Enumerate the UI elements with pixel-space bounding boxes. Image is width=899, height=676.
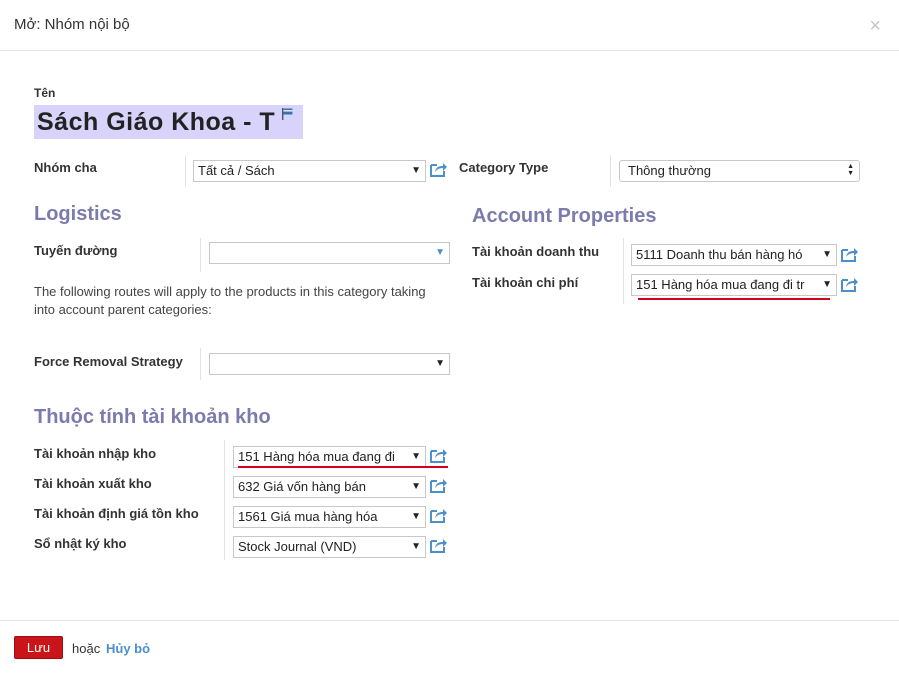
expense-account-select[interactable]: 151 Hàng hóa mua đang đi tr ▼	[631, 274, 837, 296]
close-icon[interactable]: ×	[869, 16, 881, 36]
stock-accounts-title: Thuộc tính tài khoản kho	[34, 406, 271, 428]
field-separator	[224, 440, 225, 560]
external-link-icon[interactable]	[430, 477, 448, 493]
chevron-down-icon: ▼	[411, 481, 421, 492]
stock-output-select[interactable]: 632 Giá vốn hàng bán ▼	[233, 476, 426, 498]
dialog-title: Mở: Nhóm nội bộ	[14, 16, 130, 33]
save-button[interactable]: Lưu	[14, 636, 63, 659]
external-link-icon[interactable]	[430, 161, 448, 177]
expense-account-value: 151 Hàng hóa mua đang đi tr	[636, 277, 805, 292]
stock-journal-value: Stock Journal (VND)	[238, 539, 357, 554]
stock-valuation-label: Tài khoản định giá tồn kho	[34, 506, 199, 521]
stock-journal-label: Sổ nhật ký kho	[34, 536, 127, 551]
category-type-label: Category Type	[459, 160, 549, 175]
stock-valuation-select[interactable]: 1561 Giá mua hàng hóa ▼	[233, 506, 426, 528]
stock-valuation-value: 1561 Giá mua hàng hóa	[238, 509, 378, 524]
account-properties-title: Account Properties	[472, 205, 657, 227]
chevron-down-icon: ▼	[822, 279, 832, 290]
external-link-icon[interactable]	[841, 276, 859, 292]
chevron-down-icon: ▼	[411, 511, 421, 522]
category-type-select[interactable]: Thông thường ▲ ▼	[619, 160, 860, 182]
chevron-down-icon: ▼	[411, 541, 421, 552]
removal-strategy-label: Force Removal Strategy	[34, 354, 183, 369]
cancel-link[interactable]: Hủy bỏ	[106, 641, 150, 656]
routes-label: Tuyến đường	[34, 243, 118, 258]
field-separator	[200, 238, 201, 272]
chevron-down-icon: ▼	[411, 451, 421, 462]
annotation-underline	[238, 466, 448, 468]
or-text: hoặc	[72, 641, 101, 656]
stock-input-select[interactable]: 151 Hàng hóa mua đang đi ▼	[233, 446, 426, 468]
chevron-down-icon: ▼	[435, 247, 445, 258]
chevron-down-icon: ▼	[435, 358, 445, 369]
external-link-icon[interactable]	[430, 447, 448, 463]
field-separator	[185, 155, 186, 187]
name-input[interactable]: Sách Giáo Khoa - T	[34, 105, 303, 139]
parent-value: Tất cả / Sách	[198, 163, 275, 178]
category-type-value: Thông thường	[628, 163, 712, 178]
parent-label: Nhóm cha	[34, 160, 97, 175]
name-label: Tên	[34, 86, 56, 100]
dialog-header: Mở: Nhóm nội bộ ×	[0, 0, 899, 51]
annotation-underline	[638, 298, 830, 300]
routes-input[interactable]: ▼	[209, 242, 450, 264]
updown-icon: ▲ ▼	[847, 163, 854, 177]
income-account-label: Tài khoản doanh thu	[472, 244, 600, 259]
field-separator	[610, 155, 611, 187]
income-account-value: 5111 Doanh thu bán hàng hó	[636, 247, 803, 262]
field-separator	[623, 238, 624, 304]
stock-journal-select[interactable]: Stock Journal (VND) ▼	[233, 536, 426, 558]
flag-icon[interactable]	[280, 107, 294, 121]
stock-output-label: Tài khoản xuất kho	[34, 476, 152, 491]
removal-strategy-select[interactable]: ▼	[209, 353, 450, 375]
income-account-select[interactable]: 5111 Doanh thu bán hàng hó ▼	[631, 244, 837, 266]
chevron-down-icon: ▼	[822, 249, 832, 260]
stock-output-value: 632 Giá vốn hàng bán	[238, 479, 366, 494]
routes-help-text: The following routes will apply to the p…	[34, 284, 426, 317]
expense-account-label: Tài khoản chi phí	[472, 275, 579, 290]
external-link-icon[interactable]	[841, 246, 859, 262]
logistics-title: Logistics	[34, 203, 122, 225]
field-separator	[200, 348, 201, 380]
stock-input-value: 151 Hàng hóa mua đang đi	[238, 449, 395, 464]
external-link-icon[interactable]	[430, 537, 448, 553]
parent-select[interactable]: Tất cả / Sách ▼	[193, 160, 426, 182]
chevron-down-icon: ▼	[411, 165, 421, 176]
stock-input-label: Tài khoản nhập kho	[34, 446, 157, 461]
external-link-icon[interactable]	[430, 507, 448, 523]
